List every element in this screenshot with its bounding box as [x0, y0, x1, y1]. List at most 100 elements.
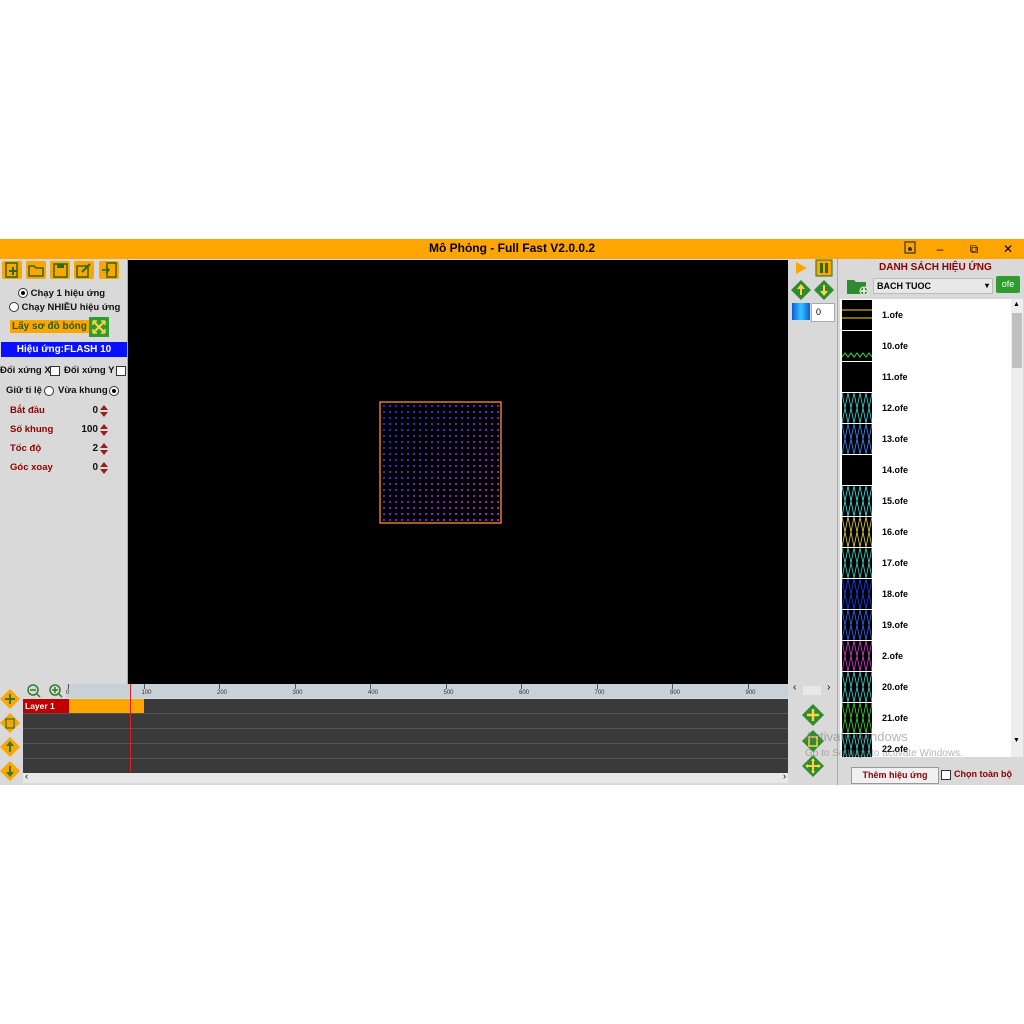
track-row[interactable]	[23, 744, 788, 759]
param-speed-spinner[interactable]	[99, 442, 109, 455]
open-effects-folder-icon[interactable]	[846, 276, 870, 296]
preview-canvas[interactable]	[128, 260, 788, 684]
expand-icon[interactable]	[89, 317, 109, 337]
effect-list-item[interactable]: 20.ofe	[840, 672, 1010, 703]
playhead[interactable]	[130, 684, 131, 772]
effect-name: 2.ofe	[882, 651, 904, 661]
param-start-value[interactable]: 0	[68, 405, 98, 416]
track-row[interactable]	[23, 729, 788, 744]
effect-list-item[interactable]: 17.ofe	[840, 548, 1010, 579]
param-start-spinner[interactable]	[99, 404, 109, 417]
timeline-scrollbar[interactable]: ‹ ›	[23, 771, 788, 783]
effects-panel: DANH SÁCH HIỆU ỨNG BACH TUOC ▾ ofe 1.ofe…	[837, 259, 1024, 785]
param-rotation-value[interactable]: 0	[68, 462, 98, 473]
add-effect-icon[interactable]	[802, 704, 824, 726]
effect-title-bar: Hiệu ứng:FLASH 10	[1, 342, 127, 357]
effect-list-item[interactable]: 10.ofe	[840, 331, 1010, 362]
param-rotation-spinner[interactable]	[99, 461, 109, 474]
ofe-button[interactable]: ofe	[996, 276, 1020, 293]
effect-name: 11.ofe	[882, 372, 908, 382]
move-up-icon[interactable]	[791, 280, 811, 300]
timeline-ruler[interactable]: 0 100 200 300 400 500 600 700 800 900	[66, 684, 788, 698]
param-speed-value[interactable]: 2	[68, 443, 98, 454]
mirror-y-checkbox[interactable]	[116, 366, 126, 376]
zoom-out-icon[interactable]	[27, 684, 41, 698]
track-row[interactable]	[23, 714, 788, 729]
effect-list-item[interactable]: 18.ofe	[840, 579, 1010, 610]
fit-frame-radio[interactable]	[109, 386, 119, 396]
layer-name[interactable]: Layer 1	[23, 699, 69, 713]
color-swatch[interactable]	[792, 303, 810, 320]
scroll-left-icon[interactable]: ‹	[25, 771, 28, 781]
effect-list-item[interactable]: 15.ofe	[840, 486, 1010, 517]
app-window: Mô Phỏng - Full Fast V2.0.0.2 – ⧉ ✕ Chạy…	[0, 239, 1024, 785]
effect-thumbnail	[842, 393, 872, 423]
open-folder-icon[interactable]	[26, 261, 46, 279]
edit-icon[interactable]	[74, 261, 94, 279]
track-row[interactable]: Layer 1	[23, 699, 788, 714]
shadow-map-button[interactable]: Lấy sơ đồ bóng	[10, 320, 89, 333]
save-icon[interactable]	[50, 261, 70, 279]
add-effect-button[interactable]: Thêm hiệu ứng	[851, 767, 939, 784]
restore-button[interactable]: ⧉	[963, 241, 985, 257]
delete-layer-icon[interactable]	[0, 713, 20, 733]
effect-thumbnail	[842, 300, 872, 330]
run-one-radio[interactable]	[18, 288, 28, 299]
chevron-down-icon: ▾	[984, 281, 989, 290]
scroll-down-icon[interactable]: ▼	[1013, 737, 1020, 744]
effects-scrollbar[interactable]: ▲ ▼	[1011, 299, 1023, 757]
run-one-option[interactable]: Chạy 1 hiệu ứng	[18, 288, 105, 299]
track-row[interactable]	[23, 759, 788, 774]
scroll-thumb[interactable]	[1012, 313, 1022, 368]
param-frames-value[interactable]: 100	[68, 424, 98, 435]
keep-ratio-radio[interactable]	[44, 386, 54, 396]
effect-thumbnail	[842, 641, 872, 671]
effect-list-item[interactable]: 12.ofe	[840, 393, 1010, 424]
effect-list-item[interactable]: 19.ofe	[840, 610, 1010, 641]
effect-thumbnail	[842, 579, 872, 609]
play-icon[interactable]	[794, 261, 808, 275]
effect-list-item[interactable]: 13.ofe	[840, 424, 1010, 455]
small-scroll-left-icon[interactable]: ‹	[793, 682, 796, 693]
scroll-right-icon[interactable]: ›	[783, 771, 786, 781]
effect-name: 1.ofe	[882, 310, 904, 320]
effect-list-item[interactable]: 11.ofe	[840, 362, 1010, 393]
ruler-tick	[672, 684, 673, 689]
folder-select[interactable]: BACH TUOC ▾	[873, 278, 993, 294]
color-value-field[interactable]: 0	[811, 303, 835, 322]
param-frames-spinner[interactable]	[99, 423, 109, 436]
run-many-option[interactable]: Chạy NHIỀU hiệu ứng	[9, 302, 120, 313]
title-bar: Mô Phỏng - Full Fast V2.0.0.2 – ⧉ ✕	[0, 239, 1024, 259]
ruler-tick-label: 700	[594, 690, 605, 696]
ruler-tick	[370, 684, 371, 689]
app-menu-icon[interactable]	[899, 241, 921, 257]
effect-clip[interactable]	[69, 699, 144, 713]
layer-up-icon[interactable]	[0, 737, 20, 757]
move-down-icon[interactable]	[814, 280, 834, 300]
effect-list-item[interactable]: 1.ofe	[840, 300, 1010, 331]
new-file-icon[interactable]	[2, 261, 22, 279]
effect-list-item[interactable]: 2.ofe	[840, 641, 1010, 672]
effect-list-item[interactable]: 14.ofe	[840, 455, 1010, 486]
effect-thumbnail	[842, 672, 872, 702]
small-scroll[interactable]: ‹ ›	[789, 682, 836, 696]
effect-name: 13.ofe	[882, 434, 909, 444]
select-all-checkbox[interactable]	[941, 770, 951, 780]
mirror-x-checkbox[interactable]	[50, 366, 60, 376]
mirror-y-label: Đối xứng Y	[64, 365, 115, 376]
run-many-radio[interactable]	[9, 302, 19, 313]
pause-icon[interactable]	[815, 259, 833, 277]
effect-thumbnail	[842, 486, 872, 516]
export-icon[interactable]	[99, 261, 119, 279]
add-layer-icon[interactable]	[0, 689, 20, 709]
effect-thumbnail	[842, 517, 872, 547]
close-button[interactable]: ✕	[997, 241, 1019, 257]
zoom-in-icon[interactable]	[49, 684, 63, 698]
ruler-tick-label: 400	[368, 690, 379, 696]
scroll-up-icon[interactable]: ▲	[1013, 301, 1020, 308]
layer-down-icon[interactable]	[0, 761, 20, 781]
minimize-button[interactable]: –	[929, 241, 951, 257]
effect-list-item[interactable]: 16.ofe	[840, 517, 1010, 548]
small-scroll-right-icon[interactable]: ›	[827, 682, 830, 693]
param-start-label: Bắt đầu	[10, 405, 45, 416]
